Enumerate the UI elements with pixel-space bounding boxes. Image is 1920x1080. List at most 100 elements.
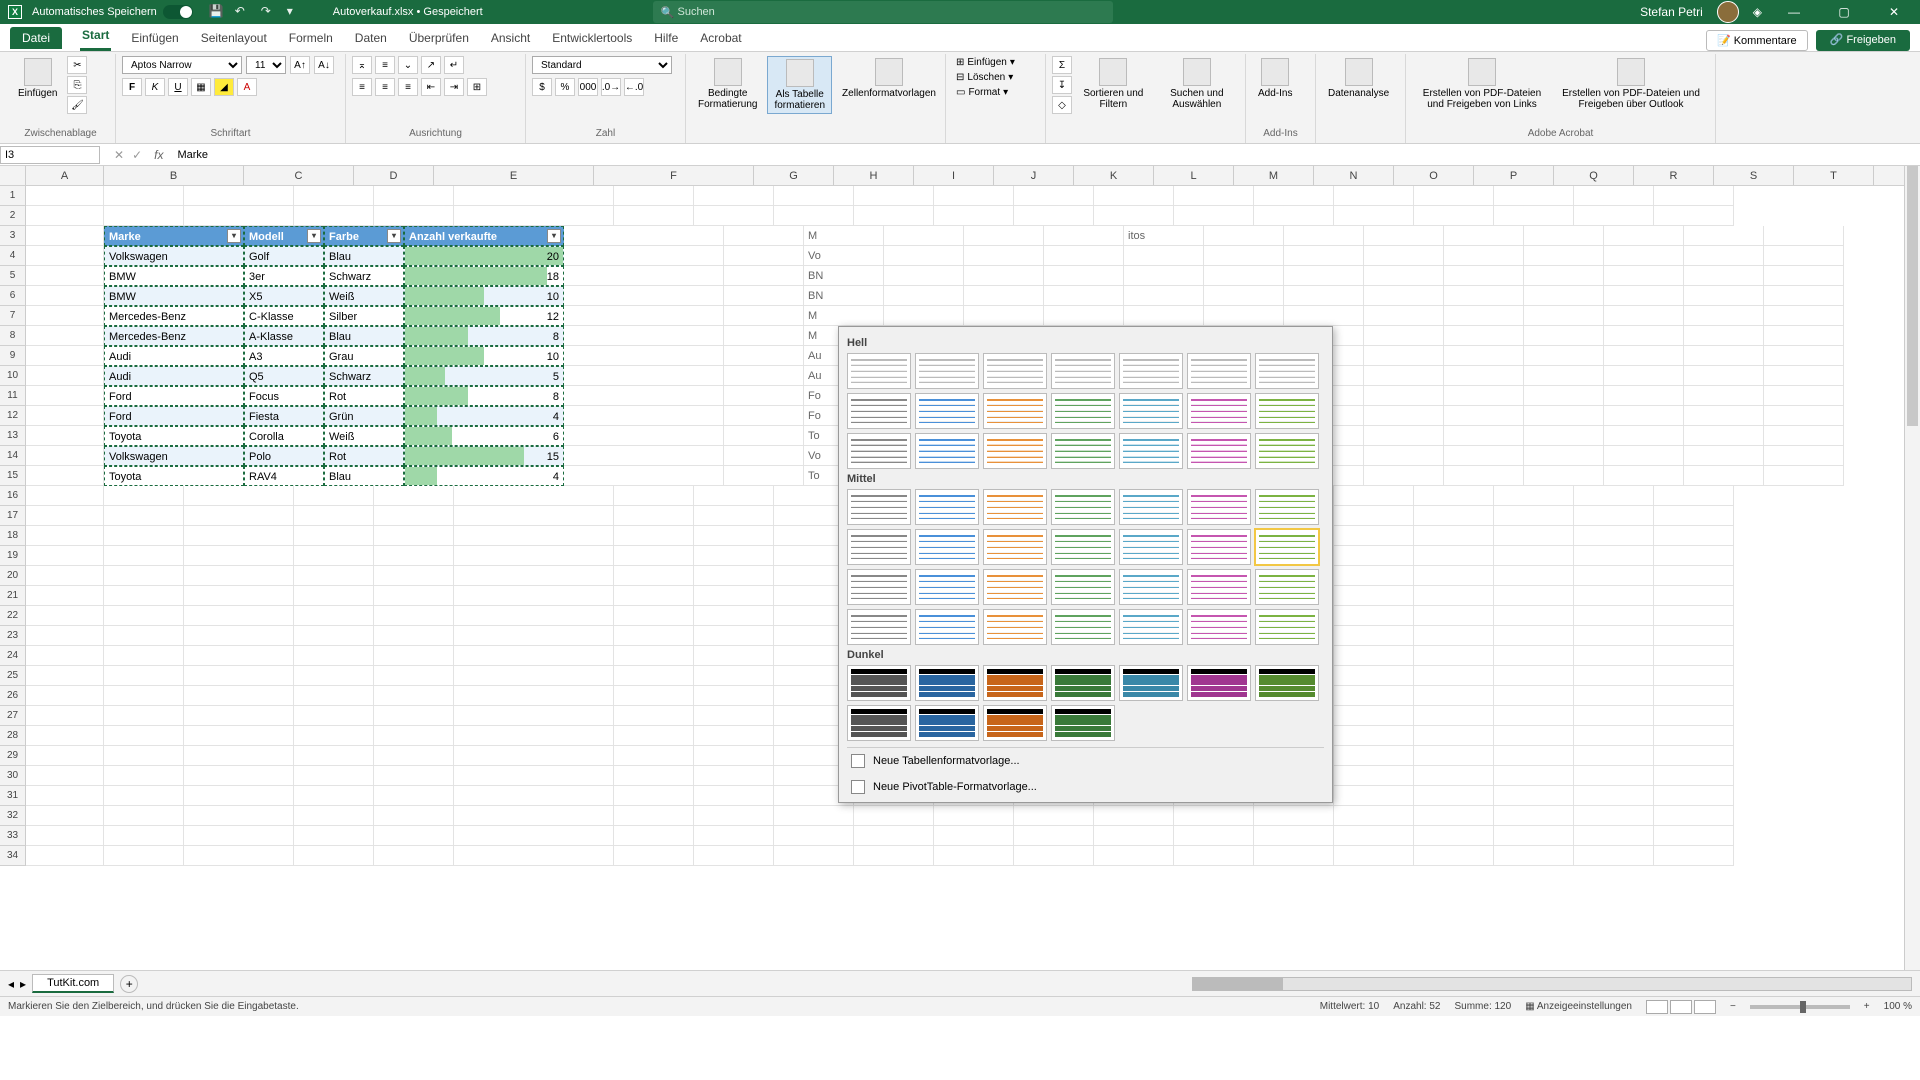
cell[interactable] — [374, 806, 454, 826]
cell[interactable] — [1654, 806, 1734, 826]
cell[interactable] — [26, 306, 104, 326]
cell[interactable] — [26, 706, 104, 726]
cell[interactable] — [724, 406, 804, 426]
underline-button[interactable]: U — [168, 78, 188, 96]
cell[interactable] — [26, 346, 104, 366]
cell[interactable] — [26, 646, 104, 666]
cell[interactable] — [854, 846, 934, 866]
cell[interactable] — [564, 326, 724, 346]
cell[interactable] — [104, 746, 184, 766]
cell[interactable] — [1174, 826, 1254, 846]
cell[interactable] — [184, 746, 294, 766]
cell[interactable] — [184, 546, 294, 566]
cell[interactable] — [1604, 406, 1684, 426]
cell[interactable] — [564, 366, 724, 386]
cell[interactable] — [104, 546, 184, 566]
cell[interactable]: Golf — [244, 246, 324, 266]
cell[interactable] — [1174, 186, 1254, 206]
insert-cells-button[interactable]: ⊞ Einfügen ▾ — [952, 56, 1019, 69]
cell[interactable] — [1764, 446, 1844, 466]
tab-file[interactable]: Datei — [10, 27, 62, 49]
cell[interactable] — [1414, 586, 1494, 606]
cell[interactable] — [104, 766, 184, 786]
cell[interactable] — [294, 666, 374, 686]
cell[interactable] — [1764, 226, 1844, 246]
column-header[interactable]: E — [434, 166, 594, 185]
table-style-swatch[interactable] — [1187, 609, 1251, 645]
cell[interactable] — [1334, 686, 1414, 706]
row-header[interactable]: 31 — [0, 786, 26, 806]
cell[interactable] — [1494, 806, 1574, 826]
cell[interactable] — [614, 606, 694, 626]
column-header[interactable]: R — [1634, 166, 1714, 185]
cancel-formula-icon[interactable]: ✕ — [110, 148, 128, 162]
cell[interactable] — [104, 846, 184, 866]
cell[interactable] — [614, 806, 694, 826]
cell[interactable] — [1654, 626, 1734, 646]
cell[interactable] — [614, 586, 694, 606]
cell[interactable] — [1364, 386, 1444, 406]
cell[interactable] — [104, 506, 184, 526]
row-header[interactable]: 10 — [0, 366, 26, 386]
cell[interactable] — [614, 526, 694, 546]
cell[interactable] — [1574, 566, 1654, 586]
cell[interactable] — [294, 786, 374, 806]
username[interactable]: Stefan Petri — [1640, 5, 1703, 19]
minimize-button[interactable]: — — [1776, 0, 1812, 24]
cell[interactable] — [374, 606, 454, 626]
tab-start[interactable]: Start — [80, 22, 111, 51]
cell[interactable] — [884, 226, 964, 246]
cell[interactable] — [1524, 346, 1604, 366]
cell[interactable] — [724, 386, 804, 406]
cell[interactable] — [614, 186, 694, 206]
cell[interactable] — [1494, 546, 1574, 566]
cell[interactable]: BMW — [104, 266, 244, 286]
merge-button[interactable]: ⊞ — [467, 78, 487, 96]
cell[interactable] — [1524, 246, 1604, 266]
table-style-swatch[interactable] — [847, 433, 911, 469]
cell[interactable] — [1414, 186, 1494, 206]
formula-input[interactable]: Marke — [171, 149, 1920, 161]
table-style-swatch[interactable] — [983, 665, 1047, 701]
cell[interactable] — [104, 486, 184, 506]
row-header[interactable]: 6 — [0, 286, 26, 306]
save-icon[interactable]: 💾 — [209, 4, 225, 20]
cell[interactable] — [1764, 346, 1844, 366]
cell[interactable] — [1654, 186, 1734, 206]
cell[interactable] — [1654, 506, 1734, 526]
cell[interactable] — [564, 226, 724, 246]
table-style-swatch[interactable] — [983, 705, 1047, 741]
cell[interactable] — [374, 526, 454, 546]
cell[interactable] — [1654, 586, 1734, 606]
cell[interactable] — [1654, 206, 1734, 226]
table-style-swatch[interactable] — [1187, 529, 1251, 565]
cell[interactable]: BMW — [104, 286, 244, 306]
table-style-swatch[interactable] — [983, 609, 1047, 645]
column-header[interactable]: H — [834, 166, 914, 185]
cell[interactable] — [1334, 206, 1414, 226]
cell[interactable] — [26, 186, 104, 206]
cell[interactable] — [1574, 826, 1654, 846]
cell[interactable] — [1444, 246, 1524, 266]
cell[interactable] — [104, 666, 184, 686]
cell[interactable] — [1094, 826, 1174, 846]
cell[interactable]: Marke▾ — [104, 226, 244, 246]
cell[interactable] — [1684, 466, 1764, 486]
cell[interactable] — [1094, 206, 1174, 226]
cell[interactable]: Mercedes-Benz — [104, 326, 244, 346]
cell[interactable] — [1444, 306, 1524, 326]
row-header[interactable]: 28 — [0, 726, 26, 746]
cell[interactable]: Focus — [244, 386, 324, 406]
share-button[interactable]: 🔗 Freigeben — [1816, 30, 1910, 51]
cell[interactable] — [694, 666, 774, 686]
cell[interactable] — [1044, 266, 1124, 286]
cell[interactable] — [184, 646, 294, 666]
cell[interactable] — [564, 426, 724, 446]
paste-button[interactable]: Einfügen — [12, 56, 63, 101]
cell[interactable] — [184, 806, 294, 826]
cell[interactable] — [1414, 726, 1494, 746]
table-style-swatch[interactable] — [1187, 569, 1251, 605]
cell[interactable] — [1574, 706, 1654, 726]
wrap-text-button[interactable]: ↵ — [444, 56, 464, 74]
cell[interactable] — [294, 726, 374, 746]
